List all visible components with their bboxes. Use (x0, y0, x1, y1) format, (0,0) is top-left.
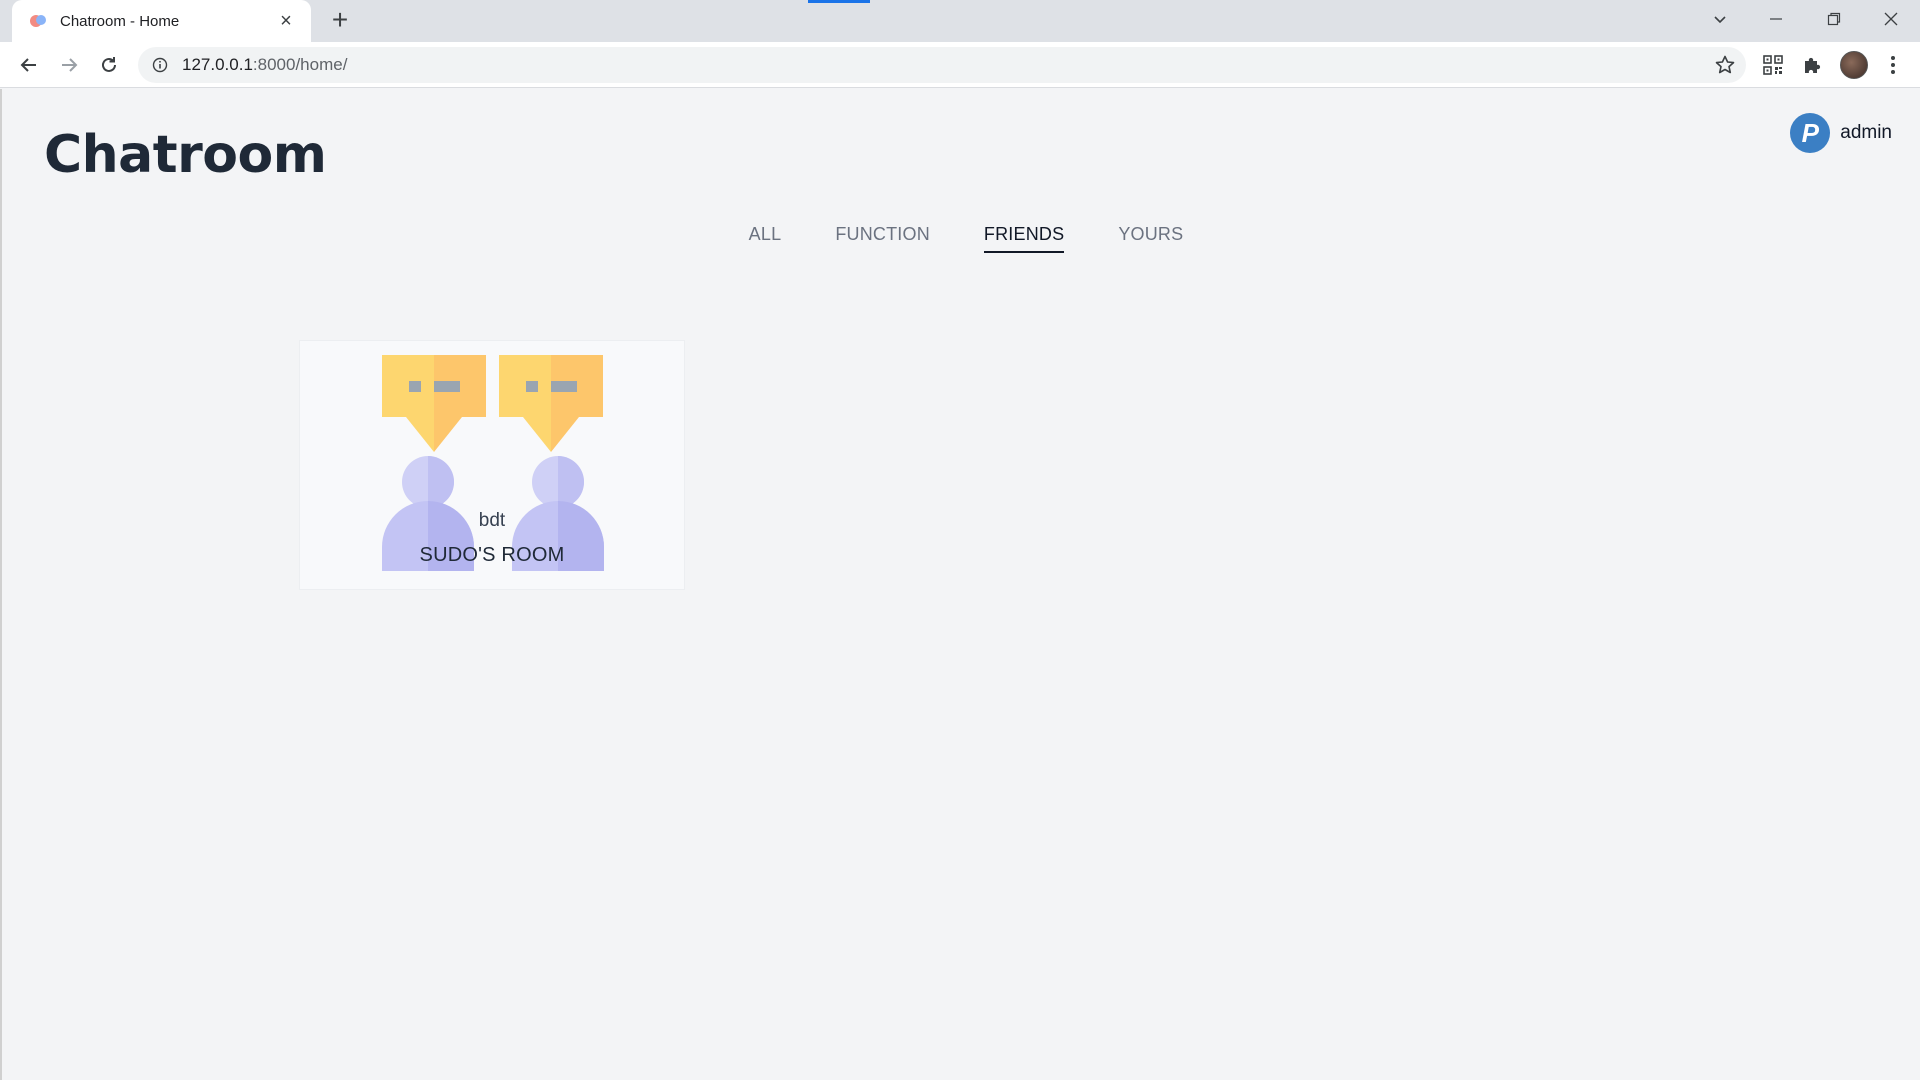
room-card[interactable]: bdt SUDO'S ROOM (299, 340, 685, 590)
browser-tabstrip: Chatroom - Home × + (0, 0, 1920, 42)
url-text: 127.0.0.1:8000/home/ (182, 55, 347, 75)
menu-kebab-icon[interactable] (1880, 52, 1906, 78)
bookmark-star-icon[interactable] (1714, 54, 1736, 76)
user-menu[interactable]: P admin (1790, 113, 1892, 153)
room-filter-tabs: ALL FUNCTION FRIENDS YOURS (2, 224, 1920, 253)
profile-avatar[interactable] (1840, 51, 1868, 79)
page-content: Chatroom P admin ALL FUNCTION FRIENDS YO… (0, 89, 1920, 1080)
tab-search-icon[interactable] (1691, 0, 1749, 38)
tab-loading-indicator (808, 0, 870, 3)
tab-all[interactable]: ALL (749, 224, 782, 253)
address-bar[interactable]: 127.0.0.1:8000/home/ (138, 47, 1746, 83)
tab-function[interactable]: FUNCTION (835, 224, 930, 253)
new-tab-icon[interactable]: + (326, 6, 354, 35)
minimize-icon[interactable] (1747, 0, 1805, 38)
restore-icon[interactable] (1805, 0, 1863, 38)
room-name: SUDO'S ROOM (419, 544, 565, 566)
forward-icon[interactable] (54, 50, 84, 80)
tab-close-icon[interactable]: × (275, 10, 297, 32)
url-path: :8000/home/ (252, 55, 348, 74)
extensions-puzzle-icon[interactable] (1799, 52, 1825, 78)
qr-code-icon[interactable] (1760, 52, 1786, 78)
tab-yours[interactable]: YOURS (1118, 224, 1183, 253)
page-title: Chatroom (44, 125, 327, 185)
site-info-icon[interactable] (150, 55, 170, 75)
back-icon[interactable] (14, 50, 44, 80)
browser-tab[interactable]: Chatroom - Home × (12, 0, 311, 42)
room-owner: bdt (478, 510, 506, 531)
tab-friends[interactable]: FRIENDS (983, 224, 1065, 253)
user-logo-icon: P (1790, 113, 1831, 153)
url-host: 127.0.0.1 (182, 55, 253, 74)
browser-toolbar: 127.0.0.1:8000/home/ (0, 42, 1920, 88)
chat-favicon-icon (30, 15, 46, 27)
tab-title: Chatroom - Home (60, 12, 180, 30)
close-window-icon[interactable] (1862, 0, 1920, 38)
user-name: admin (1840, 122, 1892, 143)
reload-icon[interactable] (94, 50, 124, 80)
